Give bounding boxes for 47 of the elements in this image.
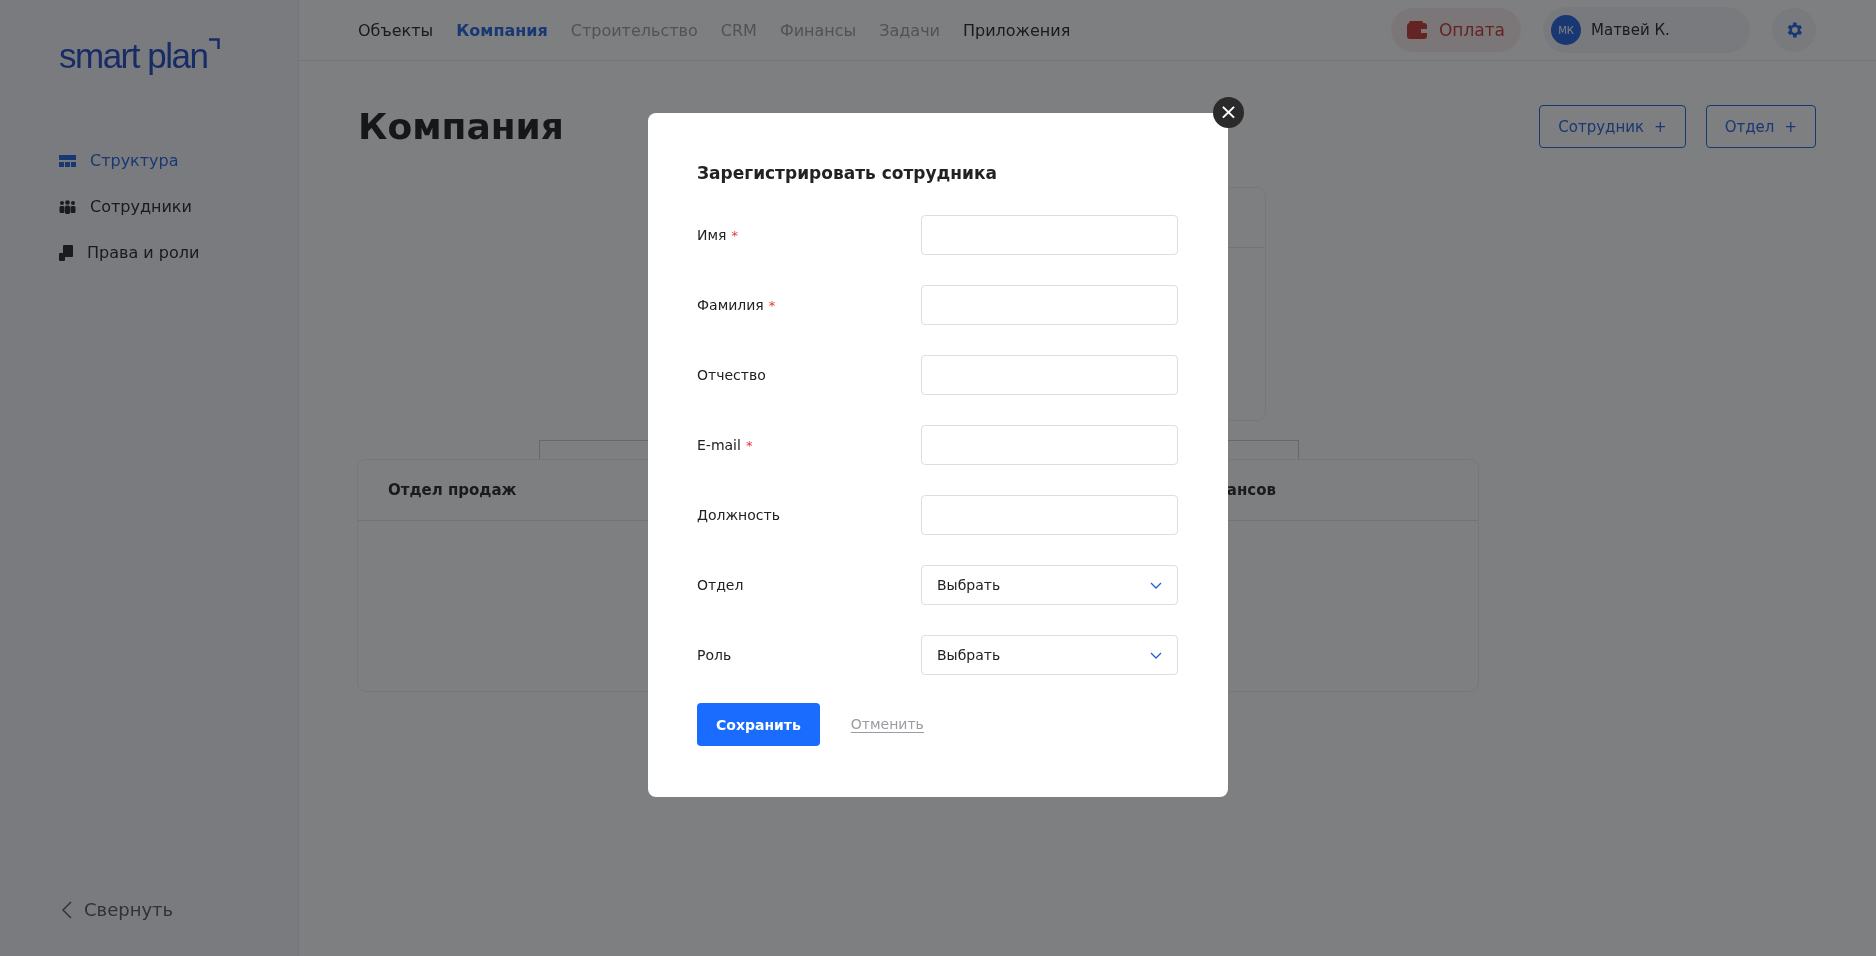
input-field[interactable]	[921, 495, 1178, 535]
nav-link[interactable]: Объекты	[358, 20, 434, 40]
field-label: Должность	[697, 507, 780, 523]
required-mark: *	[768, 298, 776, 313]
user-name: Матвей К.	[1591, 21, 1670, 39]
field-label: Отдел	[697, 577, 744, 593]
structure-icon	[59, 154, 76, 167]
page-title: Компания	[358, 106, 564, 147]
input-field[interactable]	[921, 355, 1178, 395]
nav-link[interactable]: Компания	[456, 20, 548, 40]
select-field[interactable]: Выбрать	[921, 635, 1178, 675]
people-icon	[59, 199, 76, 214]
wallet-icon	[1406, 21, 1427, 39]
close-button[interactable]: ×	[1213, 97, 1244, 128]
collapse-button[interactable]: Свернуть	[59, 899, 298, 920]
input-field[interactable]	[921, 285, 1178, 325]
logo[interactable]: smart plan	[59, 38, 298, 73]
required-mark: *	[731, 228, 738, 243]
nav-link[interactable]: Приложения	[963, 20, 1071, 40]
user-menu[interactable]: МК Матвей К.	[1543, 7, 1750, 53]
save-button[interactable]: Сохранить	[697, 703, 820, 746]
required-mark: *	[745, 438, 753, 453]
sidebar-item[interactable]: Структура	[59, 151, 298, 170]
field-label: Фамилия	[697, 297, 764, 313]
sidebar-item[interactable]: Права и роли	[59, 243, 298, 262]
field-label: Роль	[697, 647, 732, 663]
add-button[interactable]: Отдел +	[1705, 105, 1816, 148]
corner-icon	[209, 38, 221, 49]
input-field[interactable]	[921, 425, 1178, 465]
field-label: E-mail	[697, 437, 741, 453]
chevron-down-icon	[1150, 651, 1162, 659]
field-label: Отчество	[697, 367, 766, 383]
chevron-down-icon	[1150, 581, 1162, 589]
payment-button[interactable]: Оплата	[1390, 8, 1521, 52]
field-label: Имя	[697, 227, 727, 243]
settings-button[interactable]	[1772, 8, 1816, 52]
logo-text: smart plan	[59, 38, 208, 73]
cancel-link[interactable]: Отменить	[850, 716, 924, 733]
chevron-left-icon	[62, 900, 72, 919]
avatar: МК	[1551, 15, 1581, 45]
department-title: Отдел продаж	[388, 481, 517, 499]
input-field[interactable]	[921, 215, 1178, 255]
dialog-title: Зарегистрировать сотрудника	[697, 163, 998, 183]
select-field[interactable]: Выбрать	[921, 565, 1178, 605]
sidebar-item[interactable]: Сотрудники	[59, 197, 298, 216]
add-button[interactable]: Сотрудник +	[1539, 105, 1686, 148]
department-title: ансов	[1226, 481, 1276, 499]
